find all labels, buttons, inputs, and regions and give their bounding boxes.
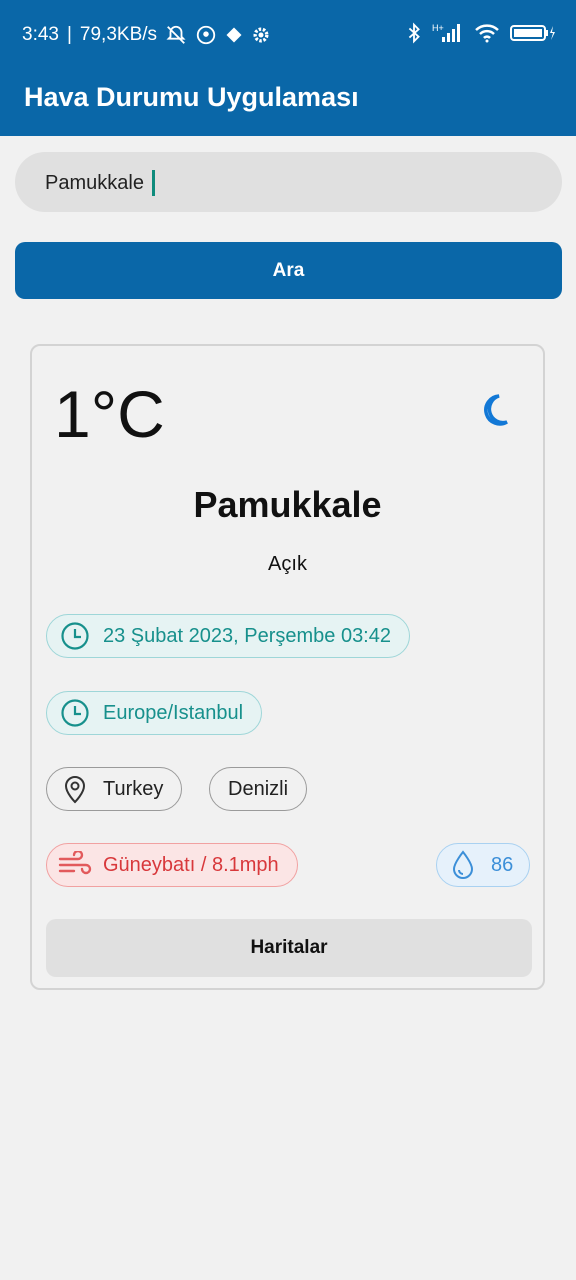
country-chip: Turkey — [46, 767, 183, 811]
datetime-text: 23 Şubat 2023, Perşembe 03:42 — [103, 624, 391, 647]
status-speed: 79,3KB/s — [79, 24, 158, 45]
app-bar: 3:43 | 79,3KB/s H+ Hava Durumu Uygulamas… — [0, 0, 576, 136]
country-text: Turkey — [103, 777, 164, 800]
diamond-icon — [225, 26, 243, 44]
humidity-chip: 86 — [436, 843, 531, 887]
bell-off-icon — [165, 24, 187, 46]
humidity-text: 86 — [491, 853, 514, 876]
wind-chip: Güneybatı / 8.1mph — [46, 843, 298, 887]
wind-text: Güneybatı / 8.1mph — [103, 853, 279, 876]
battery-icon — [510, 24, 556, 48]
city-name: Pamukkale — [193, 484, 382, 525]
temperature: 1°C — [54, 377, 165, 451]
search-field[interactable] — [15, 152, 562, 212]
signal-icon: H+ — [432, 22, 464, 50]
weather-card: 1°C Pamukkale Açık 23 Şubat 2023, Perşem… — [30, 344, 545, 990]
maps-button[interactable]: Haritalar — [46, 919, 532, 977]
svg-text:H+: H+ — [432, 23, 444, 33]
wifi-icon — [474, 23, 500, 49]
search-input[interactable] — [43, 162, 527, 204]
weather-condition: Açık — [268, 553, 307, 575]
moon-icon — [481, 394, 509, 431]
app-title: Hava Durumu Uygulaması — [24, 82, 359, 112]
status-bar: 3:43 | 79,3KB/s H+ — [0, 0, 576, 70]
settings-icon — [251, 25, 271, 45]
region-chip: Denizli — [209, 767, 308, 811]
location-pin-icon — [53, 774, 97, 804]
text-cursor — [152, 170, 155, 196]
region-text: Denizli — [228, 777, 289, 800]
timezone-chip: Europe/Istanbul — [46, 691, 263, 735]
timezone-text: Europe/Istanbul — [103, 701, 244, 724]
location-icon — [195, 24, 217, 46]
bluetooth-icon — [406, 22, 422, 50]
water-drop-icon — [441, 849, 485, 881]
clock-icon — [53, 621, 97, 651]
datetime-chip: 23 Şubat 2023, Perşembe 03:42 — [46, 614, 410, 658]
wind-icon — [53, 851, 97, 879]
status-time: 3:43 — [22, 24, 59, 45]
clock-icon — [53, 698, 97, 728]
search-button[interactable]: Ara — [15, 242, 562, 299]
